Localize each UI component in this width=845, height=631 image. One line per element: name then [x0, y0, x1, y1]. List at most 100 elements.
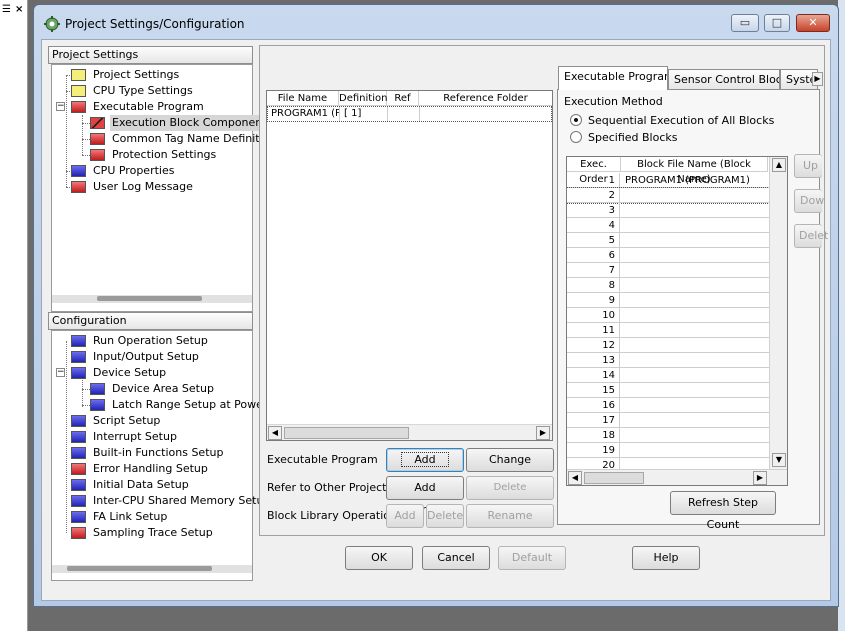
table-row[interactable]: 15: [567, 383, 769, 398]
background-close-button[interactable]: ×: [15, 4, 23, 15]
block-grid-vscrollbar[interactable]: ▲ ▼: [769, 157, 787, 469]
column-header-definition[interactable]: Definition: [339, 91, 387, 106]
table-row[interactable]: 14: [567, 368, 769, 383]
delete-reference-button[interactable]: Delete Reference: [466, 476, 554, 515]
up-button[interactable]: Up: [794, 154, 822, 178]
exec-order-cell: 2: [567, 188, 620, 203]
scroll-thumb[interactable]: [584, 472, 644, 484]
button-label: Add: [401, 452, 449, 467]
radio-sequential-execution[interactable]: Sequential Execution of All Blocks: [570, 112, 790, 128]
table-row[interactable]: 1 PROGRAM1 (PROGRAM1): [567, 173, 769, 188]
add-executable-program-button[interactable]: Add: [386, 448, 464, 472]
scroll-right-button[interactable]: ▶: [536, 426, 550, 440]
collapse-toggle-device-setup[interactable]: −: [56, 368, 65, 377]
ok-button[interactable]: OK: [345, 546, 413, 570]
exec-order-cell: 16: [567, 398, 620, 413]
tab-scroll-right-button[interactable]: ▶: [812, 72, 823, 86]
library-rename-button[interactable]: Rename: [466, 504, 554, 528]
table-row[interactable]: 6: [567, 248, 769, 263]
table-row[interactable]: 19: [567, 443, 769, 458]
execution-method-label: Execution Method: [564, 95, 663, 108]
table-row[interactable]: 9: [567, 293, 769, 308]
project-settings-tree[interactable]: − Project Settings CPU Type Settings Exe…: [51, 64, 282, 312]
refresh-step-count-button[interactable]: Refresh Step Count: [670, 491, 776, 531]
library-add-button[interactable]: Add: [386, 504, 424, 528]
project-settings-hscrollbar[interactable]: [52, 295, 252, 303]
block-grid-hscrollbar[interactable]: ◀ ▶: [567, 469, 787, 485]
tree-item-label: Initial Data Setup: [93, 478, 189, 491]
file-list-hscrollbar[interactable]: ◀ ▶: [267, 424, 552, 440]
table-row[interactable]: 16: [567, 398, 769, 413]
radio-specified-blocks[interactable]: Specified Blocks: [570, 129, 790, 145]
project-settings-header: Project Settings: [48, 46, 253, 64]
tree-item-label: Sampling Trace Setup: [93, 526, 213, 539]
change-button[interactable]: Change: [466, 448, 554, 472]
library-delete-button[interactable]: Delete: [426, 504, 464, 528]
radio-label: Specified Blocks: [588, 131, 678, 144]
table-row[interactable]: 11: [567, 323, 769, 338]
configuration-tree[interactable]: − Run Operation Setup Input/Output Setup…: [51, 330, 270, 581]
table-row[interactable]: PROGRAM1 (PI [ 1]: [267, 106, 552, 122]
scroll-thumb[interactable]: [284, 427, 409, 439]
block-file-name-cell: [621, 353, 767, 368]
scroll-left-button[interactable]: ◀: [268, 426, 282, 440]
table-row[interactable]: 10: [567, 308, 769, 323]
file-name-cell: PROGRAM1 (PI: [271, 108, 339, 119]
down-button[interactable]: Dow: [794, 189, 824, 213]
table-row[interactable]: 4: [567, 218, 769, 233]
cancel-button[interactable]: Cancel: [422, 546, 490, 570]
exec-order-cell: 9: [567, 293, 620, 308]
file-list[interactable]: File Name Definition Ref Reference Folde…: [266, 90, 553, 441]
table-row[interactable]: 18: [567, 428, 769, 443]
table-row[interactable]: 2: [567, 187, 769, 204]
collapse-toggle-executable-program[interactable]: −: [56, 102, 65, 111]
blue-folder-icon: [71, 335, 86, 347]
exec-order-cell: 3: [567, 203, 620, 218]
scroll-thumb[interactable]: [97, 296, 202, 301]
blue-folder-icon: [71, 165, 86, 177]
table-row[interactable]: 3: [567, 203, 769, 218]
tree-item-label: Input/Output Setup: [93, 350, 199, 363]
table-row[interactable]: 20: [567, 458, 769, 469]
table-row[interactable]: 8: [567, 278, 769, 293]
block-file-name-cell: [621, 398, 767, 413]
column-header-block-file-name[interactable]: Block File Name (Block Name): [621, 157, 768, 185]
delete-block-button[interactable]: Delet: [794, 224, 828, 248]
configuration-hscrollbar[interactable]: [52, 565, 252, 573]
maximize-button[interactable]: □: [764, 14, 790, 32]
radio-button[interactable]: [570, 131, 582, 143]
radio-button[interactable]: [570, 114, 582, 126]
table-row[interactable]: 12: [567, 338, 769, 353]
blue-folder-icon: [71, 351, 86, 363]
tree-item-label: Device Setup: [93, 366, 167, 379]
column-header-ref[interactable]: Ref: [387, 91, 419, 106]
scroll-left-button[interactable]: ◀: [568, 471, 582, 485]
exec-order-cell: 7: [567, 263, 620, 278]
blue-folder-icon: [71, 495, 86, 507]
column-header-file-name[interactable]: File Name: [267, 91, 339, 106]
tab-sensor-control-block[interactable]: Sensor Control Block: [668, 69, 780, 90]
scroll-up-button[interactable]: ▲: [772, 158, 786, 172]
minimize-button[interactable]: ▭: [731, 14, 759, 32]
close-button[interactable]: ✕: [796, 14, 830, 32]
block-order-grid[interactable]: Exec. Order Block File Name (Block Name)…: [566, 156, 788, 486]
table-row[interactable]: 5: [567, 233, 769, 248]
column-header-exec-order[interactable]: Exec. Order: [567, 157, 621, 185]
exec-order-cell: 1: [567, 173, 620, 188]
scroll-thumb[interactable]: [67, 566, 212, 571]
block-file-name-cell: PROGRAM1 (PROGRAM1): [625, 175, 750, 186]
ref-cell: [390, 107, 418, 121]
add-reference-button[interactable]: Add Reference: [386, 476, 464, 516]
tree-item-label: Interrupt Setup: [93, 430, 177, 443]
scroll-down-button[interactable]: ▼: [772, 453, 786, 467]
help-button[interactable]: Help: [632, 546, 700, 570]
block-file-name-cell: [621, 368, 767, 383]
table-row[interactable]: 17: [567, 413, 769, 428]
scroll-right-button[interactable]: ▶: [753, 471, 767, 485]
tab-executable-program[interactable]: Executable Program: [558, 66, 668, 90]
default-button[interactable]: Default: [498, 546, 566, 570]
title-bar[interactable]: Project Settings/Configuration ▭ □ ✕: [34, 5, 838, 39]
table-row[interactable]: 7: [567, 263, 769, 278]
column-header-reference-folder[interactable]: Reference Folder: [419, 91, 552, 106]
table-row[interactable]: 13: [567, 353, 769, 368]
